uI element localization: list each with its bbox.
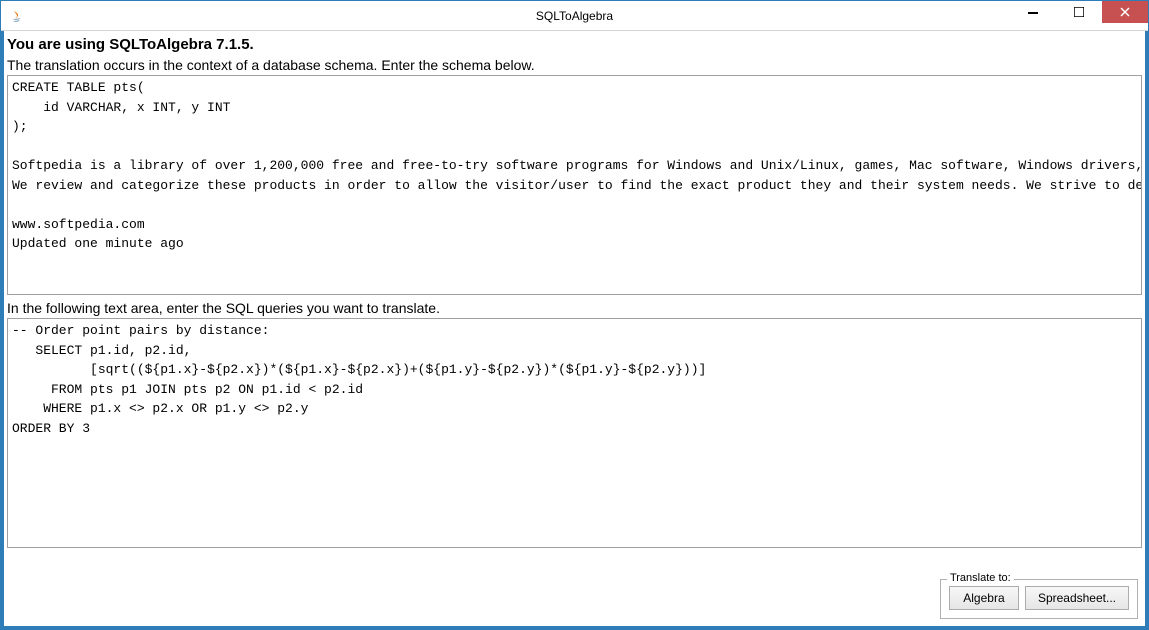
query-textarea-wrap xyxy=(7,318,1142,551)
algebra-button[interactable]: Algebra xyxy=(949,586,1019,610)
titlebar[interactable]: SQLToAlgebra xyxy=(1,1,1148,31)
version-heading: You are using SQLToAlgebra 7.1.5. xyxy=(7,34,1142,55)
schema-textarea-wrap xyxy=(7,75,1142,298)
translate-fieldset: Translate to: Algebra Spreadsheet... xyxy=(940,579,1138,619)
app-window: SQLToAlgebra You are using SQLToAlgebra … xyxy=(0,0,1149,630)
close-button[interactable] xyxy=(1102,1,1148,23)
window-controls xyxy=(1010,1,1148,30)
query-label: In the following text area, enter the SQ… xyxy=(7,298,1142,318)
bottom-bar: Translate to: Algebra Spreadsheet... xyxy=(7,575,1142,623)
content-area: You are using SQLToAlgebra 7.1.5. The tr… xyxy=(1,31,1148,629)
translate-buttons: Algebra Spreadsheet... xyxy=(949,586,1129,610)
spreadsheet-button[interactable]: Spreadsheet... xyxy=(1025,586,1129,610)
java-icon xyxy=(9,8,25,24)
maximize-button[interactable] xyxy=(1056,1,1102,23)
minimize-button[interactable] xyxy=(1010,1,1056,23)
schema-label: The translation occurs in the context of… xyxy=(7,55,1142,75)
window-title: SQLToAlgebra xyxy=(536,9,613,23)
translate-legend: Translate to: xyxy=(947,572,1014,584)
schema-textarea[interactable] xyxy=(7,75,1142,295)
query-textarea[interactable] xyxy=(7,318,1142,548)
